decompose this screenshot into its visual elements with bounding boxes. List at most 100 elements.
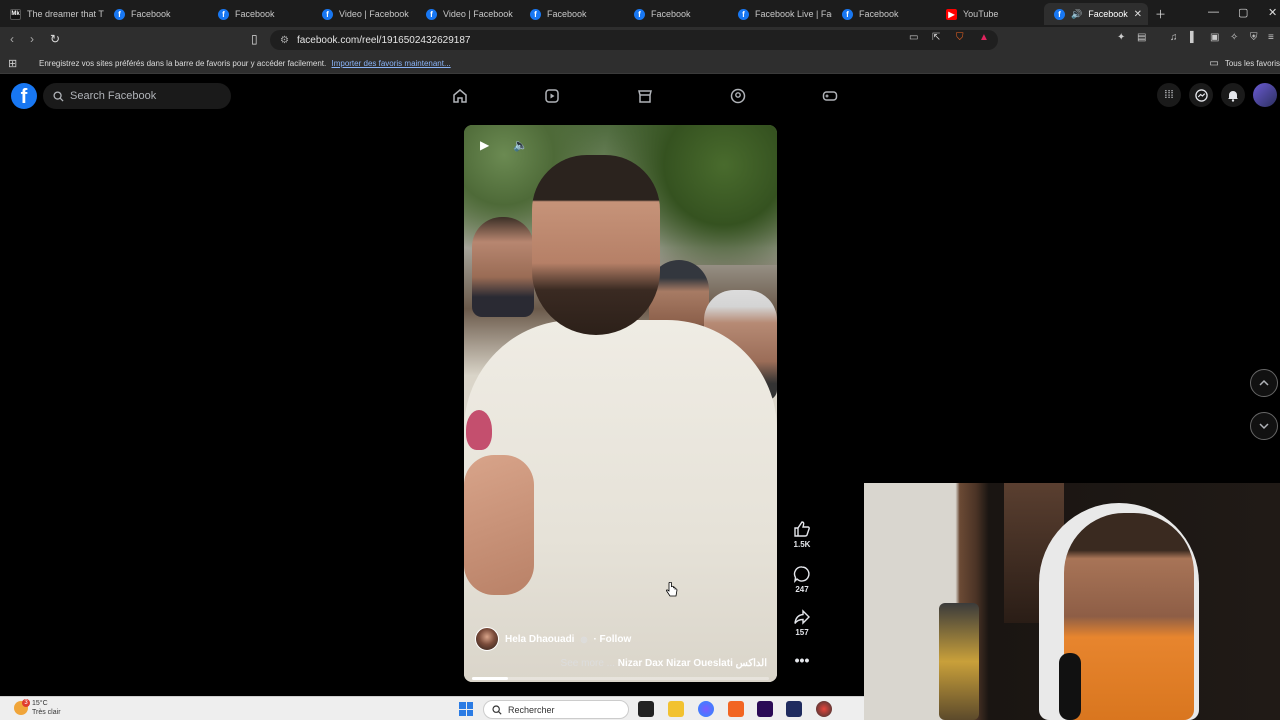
all-favorites[interactable]: ▭ Tous les favoris bbox=[1209, 58, 1280, 69]
tab-title: Facebook bbox=[859, 9, 899, 19]
tab-title: Video | Facebook bbox=[339, 9, 409, 19]
more-options-button[interactable]: ••• bbox=[787, 652, 817, 668]
browser-tab-active[interactable]: f 🔊 Facebook ✕ bbox=[1044, 3, 1148, 25]
previous-reel-button[interactable] bbox=[1250, 369, 1278, 397]
comment-button[interactable]: 247 bbox=[787, 565, 817, 594]
notification-badge: 3 bbox=[22, 699, 30, 707]
tab-title: Facebook bbox=[547, 9, 587, 19]
webcam-microphone bbox=[1059, 653, 1081, 720]
facebook-favicon-icon: f bbox=[426, 8, 437, 20]
mk-favicon-icon: Mk bbox=[10, 8, 21, 20]
reel-video[interactable]: ▶ 🔈 Hela Dhaouadi ◍ · Follow See more ..… bbox=[464, 125, 777, 682]
weather-widget[interactable]: 3 15°C Très clair bbox=[14, 699, 61, 717]
tab-title: Facebook bbox=[235, 9, 275, 19]
facebook-search-input[interactable]: Search Facebook bbox=[43, 83, 231, 109]
folder-icon: ▭ bbox=[1209, 58, 1219, 69]
temperature: 15°C bbox=[32, 700, 48, 707]
reel-author[interactable]: Hela Dhaouadi ◍ · Follow bbox=[475, 627, 631, 651]
premiere-pro-icon[interactable] bbox=[757, 701, 773, 717]
brave-rewards-icon[interactable]: ▲ bbox=[979, 32, 989, 43]
facebook-logo-letter: f bbox=[20, 86, 28, 108]
brave-browser-icon[interactable] bbox=[728, 701, 744, 717]
reload-icon[interactable]: ↻ bbox=[50, 32, 60, 46]
leo-icon[interactable]: ✧ bbox=[1230, 32, 1238, 43]
volume-icon[interactable]: 🔈 bbox=[513, 138, 528, 152]
address-bar[interactable]: ⚙ facebook.com/reel/1916502432629187 bbox=[270, 30, 998, 50]
play-icon[interactable]: ▶ bbox=[480, 138, 489, 152]
groups-nav-icon[interactable] bbox=[726, 85, 750, 107]
bookmark-icon[interactable]: ▯ bbox=[251, 32, 258, 46]
task-view-icon[interactable] bbox=[638, 701, 654, 717]
apps-grid-icon[interactable]: ⊞ bbox=[8, 57, 17, 70]
reel-caption[interactable]: See more ... Nizar Dax Nizar Oueslati ال… bbox=[561, 658, 767, 669]
taskbar-search-input[interactable]: Rechercher bbox=[483, 700, 629, 719]
file-explorer-icon[interactable] bbox=[668, 701, 684, 717]
like-button[interactable]: 1.5K bbox=[787, 520, 817, 549]
import-bookmarks-link[interactable]: Importer des favoris maintenant... bbox=[331, 59, 450, 68]
browser-tab[interactable]: f Facebook bbox=[520, 3, 624, 25]
browser-tab[interactable]: Mk The dreamer that Tu bbox=[0, 3, 104, 25]
forward-icon[interactable]: › bbox=[30, 32, 34, 46]
menu-grid-icon[interactable]: ⁞⁞⁞ bbox=[1157, 83, 1181, 107]
after-effects-icon[interactable] bbox=[786, 701, 802, 717]
gaming-nav-icon[interactable] bbox=[818, 85, 842, 107]
browser-tab[interactable]: f Facebook bbox=[832, 3, 936, 25]
notifications-bell-icon[interactable] bbox=[1221, 83, 1245, 107]
all-favorites-label: Tous les favoris bbox=[1224, 59, 1280, 68]
bookmarks-bar: ⊞ Enregistrez vos sites préférés dans la… bbox=[0, 53, 1280, 74]
browser-tab[interactable]: f Facebook Live | Fac bbox=[728, 3, 832, 25]
facebook-logo-icon[interactable]: f bbox=[11, 83, 37, 109]
browser-tab[interactable]: ▶ YouTube bbox=[936, 3, 1040, 25]
tab-title: Facebook bbox=[1088, 9, 1128, 19]
share-icon[interactable]: ⇱ bbox=[932, 32, 940, 43]
wallet-icon[interactable]: ▣ bbox=[1210, 32, 1219, 43]
facebook-favicon-icon: f bbox=[1054, 8, 1065, 20]
author-avatar[interactable] bbox=[475, 627, 499, 651]
new-tab-icon[interactable]: ＋ bbox=[1155, 6, 1166, 22]
windows-start-icon[interactable] bbox=[459, 702, 473, 716]
brave-shield-icon[interactable]: ⛉ bbox=[956, 32, 964, 43]
maximize-icon[interactable]: ▢ bbox=[1238, 6, 1248, 19]
menu-icon[interactable]: ≡ bbox=[1268, 32, 1274, 43]
weather-condition: Très clair bbox=[32, 709, 61, 716]
vpn-icon[interactable]: ⛨ bbox=[1250, 32, 1258, 43]
browser-tab-strip: Mk The dreamer that Tu f Facebook f Face… bbox=[0, 0, 1280, 27]
caption-text: Nizar Dax Nizar Oueslati الداكس bbox=[617, 658, 767, 669]
minimize-icon[interactable]: — bbox=[1208, 6, 1219, 18]
video-progress-bar[interactable] bbox=[472, 677, 769, 680]
browser-tab[interactable]: f Facebook bbox=[104, 3, 208, 25]
comment-count: 247 bbox=[795, 585, 809, 594]
browser-tab[interactable]: f Video | Facebook bbox=[416, 3, 520, 25]
share-count: 157 bbox=[795, 628, 809, 637]
share-button[interactable]: 157 bbox=[787, 608, 817, 637]
obs-icon[interactable] bbox=[816, 701, 832, 717]
sidebar-icon[interactable]: ▌ bbox=[1190, 32, 1197, 43]
music-icon[interactable]: ♫ bbox=[1170, 32, 1178, 43]
home-nav-icon[interactable] bbox=[448, 85, 472, 107]
video-nav-icon[interactable] bbox=[540, 85, 564, 107]
browser-tab[interactable]: f Facebook bbox=[624, 3, 728, 25]
messenger-icon[interactable] bbox=[1189, 83, 1213, 107]
cast-icon[interactable]: ▭ bbox=[909, 32, 918, 43]
browser-tab[interactable]: f Video | Facebook bbox=[312, 3, 416, 25]
extensions-icon[interactable]: ✦ bbox=[1117, 32, 1125, 43]
video-progress-fill bbox=[472, 677, 508, 680]
back-icon[interactable]: ‹ bbox=[10, 32, 14, 46]
close-tab-icon[interactable]: ✕ bbox=[1134, 9, 1142, 20]
facebook-favicon-icon: f bbox=[114, 8, 125, 20]
see-more-link[interactable]: See more ... bbox=[561, 658, 615, 669]
tab-manager-icon[interactable]: ▤ bbox=[1137, 32, 1146, 43]
follow-button[interactable]: · Follow bbox=[593, 634, 631, 645]
facebook-favicon-icon: f bbox=[634, 8, 645, 20]
site-info-icon[interactable]: ⚙ bbox=[280, 35, 289, 46]
close-window-icon[interactable]: ✕ bbox=[1268, 6, 1277, 19]
next-reel-button[interactable] bbox=[1250, 412, 1278, 440]
browser-tab[interactable]: f Facebook bbox=[208, 3, 312, 25]
author-name[interactable]: Hela Dhaouadi bbox=[505, 634, 574, 645]
discord-icon[interactable] bbox=[698, 701, 714, 717]
profile-avatar[interactable] bbox=[1253, 83, 1277, 107]
marketplace-nav-icon[interactable] bbox=[633, 85, 657, 107]
video-subject-head bbox=[532, 155, 660, 335]
webcam-streamer bbox=[1064, 513, 1194, 720]
facebook-header: f Search Facebook ⁞⁞⁞ bbox=[0, 75, 1280, 115]
